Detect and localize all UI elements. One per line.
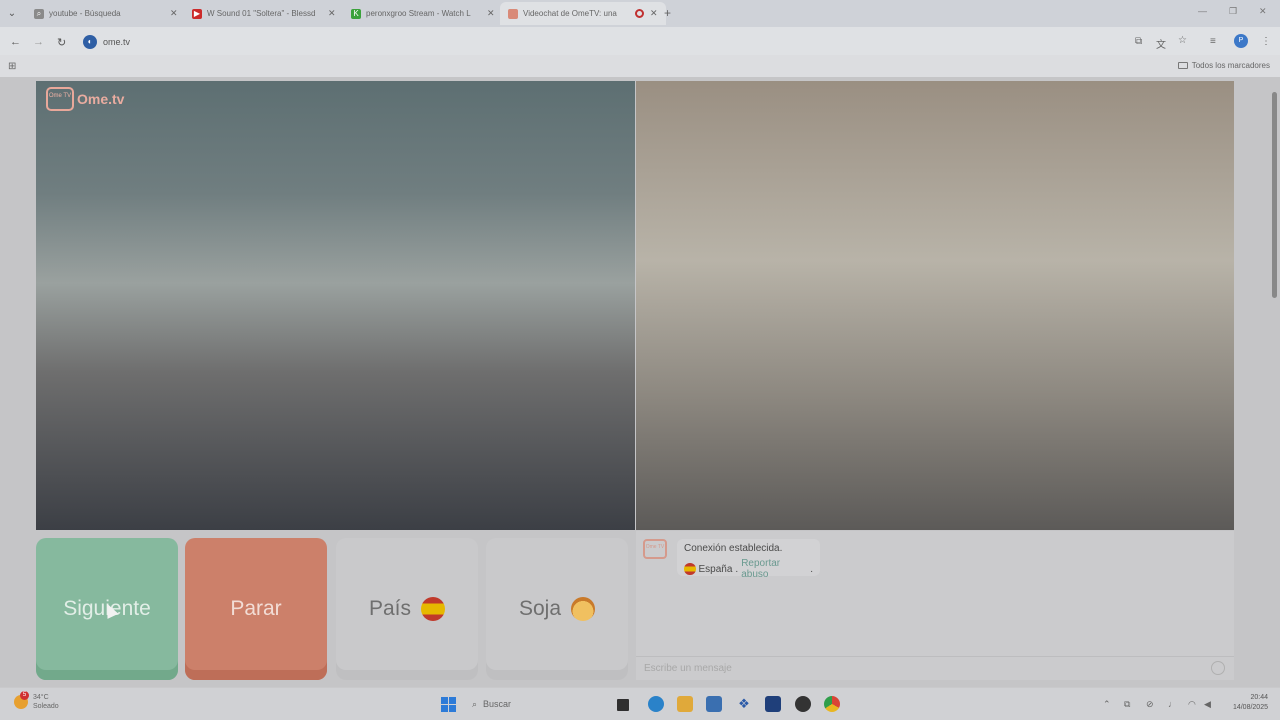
report-abuse-link[interactable]: Reportar abuso (741, 558, 807, 580)
reload-icon[interactable]: ↻ (57, 36, 66, 49)
bookmarks-bar (0, 55, 1280, 77)
store-icon[interactable] (706, 696, 722, 712)
site-info-icon[interactable]: ◐ (83, 35, 97, 49)
all-bookmarks-label: Todos los marcadores (1191, 61, 1270, 70)
gender-filter-button[interactable]: Soja (486, 538, 628, 680)
close-icon[interactable]: ✕ (650, 8, 658, 19)
weather-widget[interactable]: 5 34°C Soleado (14, 691, 59, 711)
back-icon[interactable]: ← (10, 36, 21, 48)
taskbar (0, 688, 1280, 720)
ometv-logo: Ome TV Ome.tv (46, 87, 124, 111)
message-input[interactable]: Escribe un mensaje (636, 656, 1234, 680)
stop-button[interactable]: Parar (185, 538, 327, 680)
search-icon: ⌕ (34, 8, 44, 19)
spain-flag-icon (684, 563, 696, 575)
tray-antivirus-icon[interactable]: ⊘ (1146, 699, 1154, 710)
photoshop-icon[interactable] (765, 696, 781, 712)
youtube-icon: ▶ (192, 8, 202, 19)
media-control-icon[interactable]: ≡ (1210, 36, 1216, 47)
new-tab-button[interactable]: + (664, 6, 671, 20)
folder-icon (1177, 62, 1188, 69)
stop-label: Parar (230, 597, 282, 620)
boy-face-icon (571, 597, 596, 621)
close-window-icon[interactable]: ✕ (1259, 6, 1267, 17)
tab-ometv[interactable]: Videochat de OmeTV: una ✕ (500, 2, 666, 25)
dropbox-icon[interactable]: ❖ (736, 696, 752, 712)
file-explorer-icon[interactable] (677, 696, 693, 712)
notification-badge: 5 (20, 691, 29, 700)
wifi-icon[interactable]: ◠ (1188, 699, 1196, 710)
close-icon[interactable]: ✕ (170, 8, 178, 19)
url-text: ome.tv (103, 37, 131, 47)
close-icon[interactable]: ✕ (328, 8, 336, 19)
bookmark-star-icon[interactable]: ☆ (1178, 35, 1187, 46)
profile-avatar[interactable]: P (1234, 34, 1248, 48)
tab-label: peronxgroo Stream - Watch L (366, 9, 471, 18)
forward-icon[interactable]: → (33, 36, 44, 48)
restore-icon[interactable]: ❐ (1229, 6, 1237, 17)
spain-flag-icon (421, 597, 446, 621)
time: 20:44 (1250, 694, 1268, 701)
taskbar-search-placeholder: Buscar (483, 699, 512, 709)
scrollbar-thumb[interactable] (1272, 92, 1277, 298)
separator: . (810, 563, 813, 575)
tab-youtube-video[interactable]: ▶ W Sound 01 "Soltera" - Blessd ✕ (184, 2, 344, 25)
obs-icon[interactable] (795, 696, 811, 712)
volume-icon[interactable]: ◀ (1204, 699, 1211, 710)
ometv-icon (508, 8, 518, 19)
separator: . (735, 563, 739, 575)
task-view-icon[interactable] (617, 699, 629, 711)
chat-ometv-logo: Ome TV (643, 539, 667, 559)
start-button-windows-icon[interactable] (441, 697, 456, 712)
system-message: Conexión establecida. España . Reportar … (677, 539, 820, 580)
microphone-icon[interactable]: ♩ (1168, 699, 1177, 709)
search-icon: ⌕ (472, 698, 478, 709)
menu-kebab-icon[interactable]: ⋮ (1261, 36, 1271, 47)
logo-text: Ome.tv (77, 91, 125, 107)
apps-grid-icon[interactable]: ⊞ (8, 61, 16, 72)
date: 14/08/2025 (1232, 704, 1268, 711)
cast-icon[interactable]: ⧉ (1135, 36, 1142, 47)
country-label: País (368, 597, 412, 620)
taskbar-search[interactable]: ⌕ Buscar (468, 693, 608, 715)
sun-icon: 5 (14, 691, 29, 709)
translate-icon[interactable]: 文 (1156, 36, 1166, 51)
minimize-icon[interactable]: — (1198, 6, 1207, 16)
kick-icon: K (351, 8, 361, 19)
country-filter-button[interactable]: País (336, 538, 478, 680)
logo-badge: Ome TV (46, 87, 74, 111)
tab-label: Videochat de OmeTV: una (523, 9, 617, 18)
tray-chevron-icon[interactable]: ⌃ (1103, 699, 1111, 710)
tab-youtube-search[interactable]: ⌕ youtube - Búsqueda ✕ (26, 2, 186, 25)
tab-search-chevron-icon[interactable]: ⌄ (4, 6, 20, 22)
all-bookmarks-button[interactable]: Todos los marcadores (1177, 61, 1270, 70)
local-video (36, 81, 635, 530)
chrome-icon[interactable] (824, 696, 840, 712)
recording-icon (635, 9, 644, 18)
system-clock[interactable]: 20:44 14/08/2025 (1222, 693, 1268, 713)
edge-icon[interactable] (648, 696, 664, 712)
address-bar[interactable]: ◐ ome.tv (78, 31, 1118, 53)
tab-label: youtube - Búsqueda (49, 9, 121, 18)
tab-label: W Sound 01 "Soltera" - Blessd (207, 9, 316, 18)
emoji-icon[interactable] (1211, 661, 1225, 675)
remote-video (636, 81, 1234, 530)
weather-condition: Soleado (33, 703, 59, 710)
tray-app-icon[interactable]: ⧉ (1124, 699, 1130, 710)
connection-text: Conexión establecida. (684, 543, 783, 554)
tab-kick-stream[interactable]: K peronxgroo Stream - Watch L ✕ (343, 2, 503, 25)
temperature: 34°C (33, 694, 49, 701)
partner-country: España (698, 563, 733, 575)
close-icon[interactable]: ✕ (487, 8, 495, 19)
gender-label: Soja (518, 597, 562, 620)
